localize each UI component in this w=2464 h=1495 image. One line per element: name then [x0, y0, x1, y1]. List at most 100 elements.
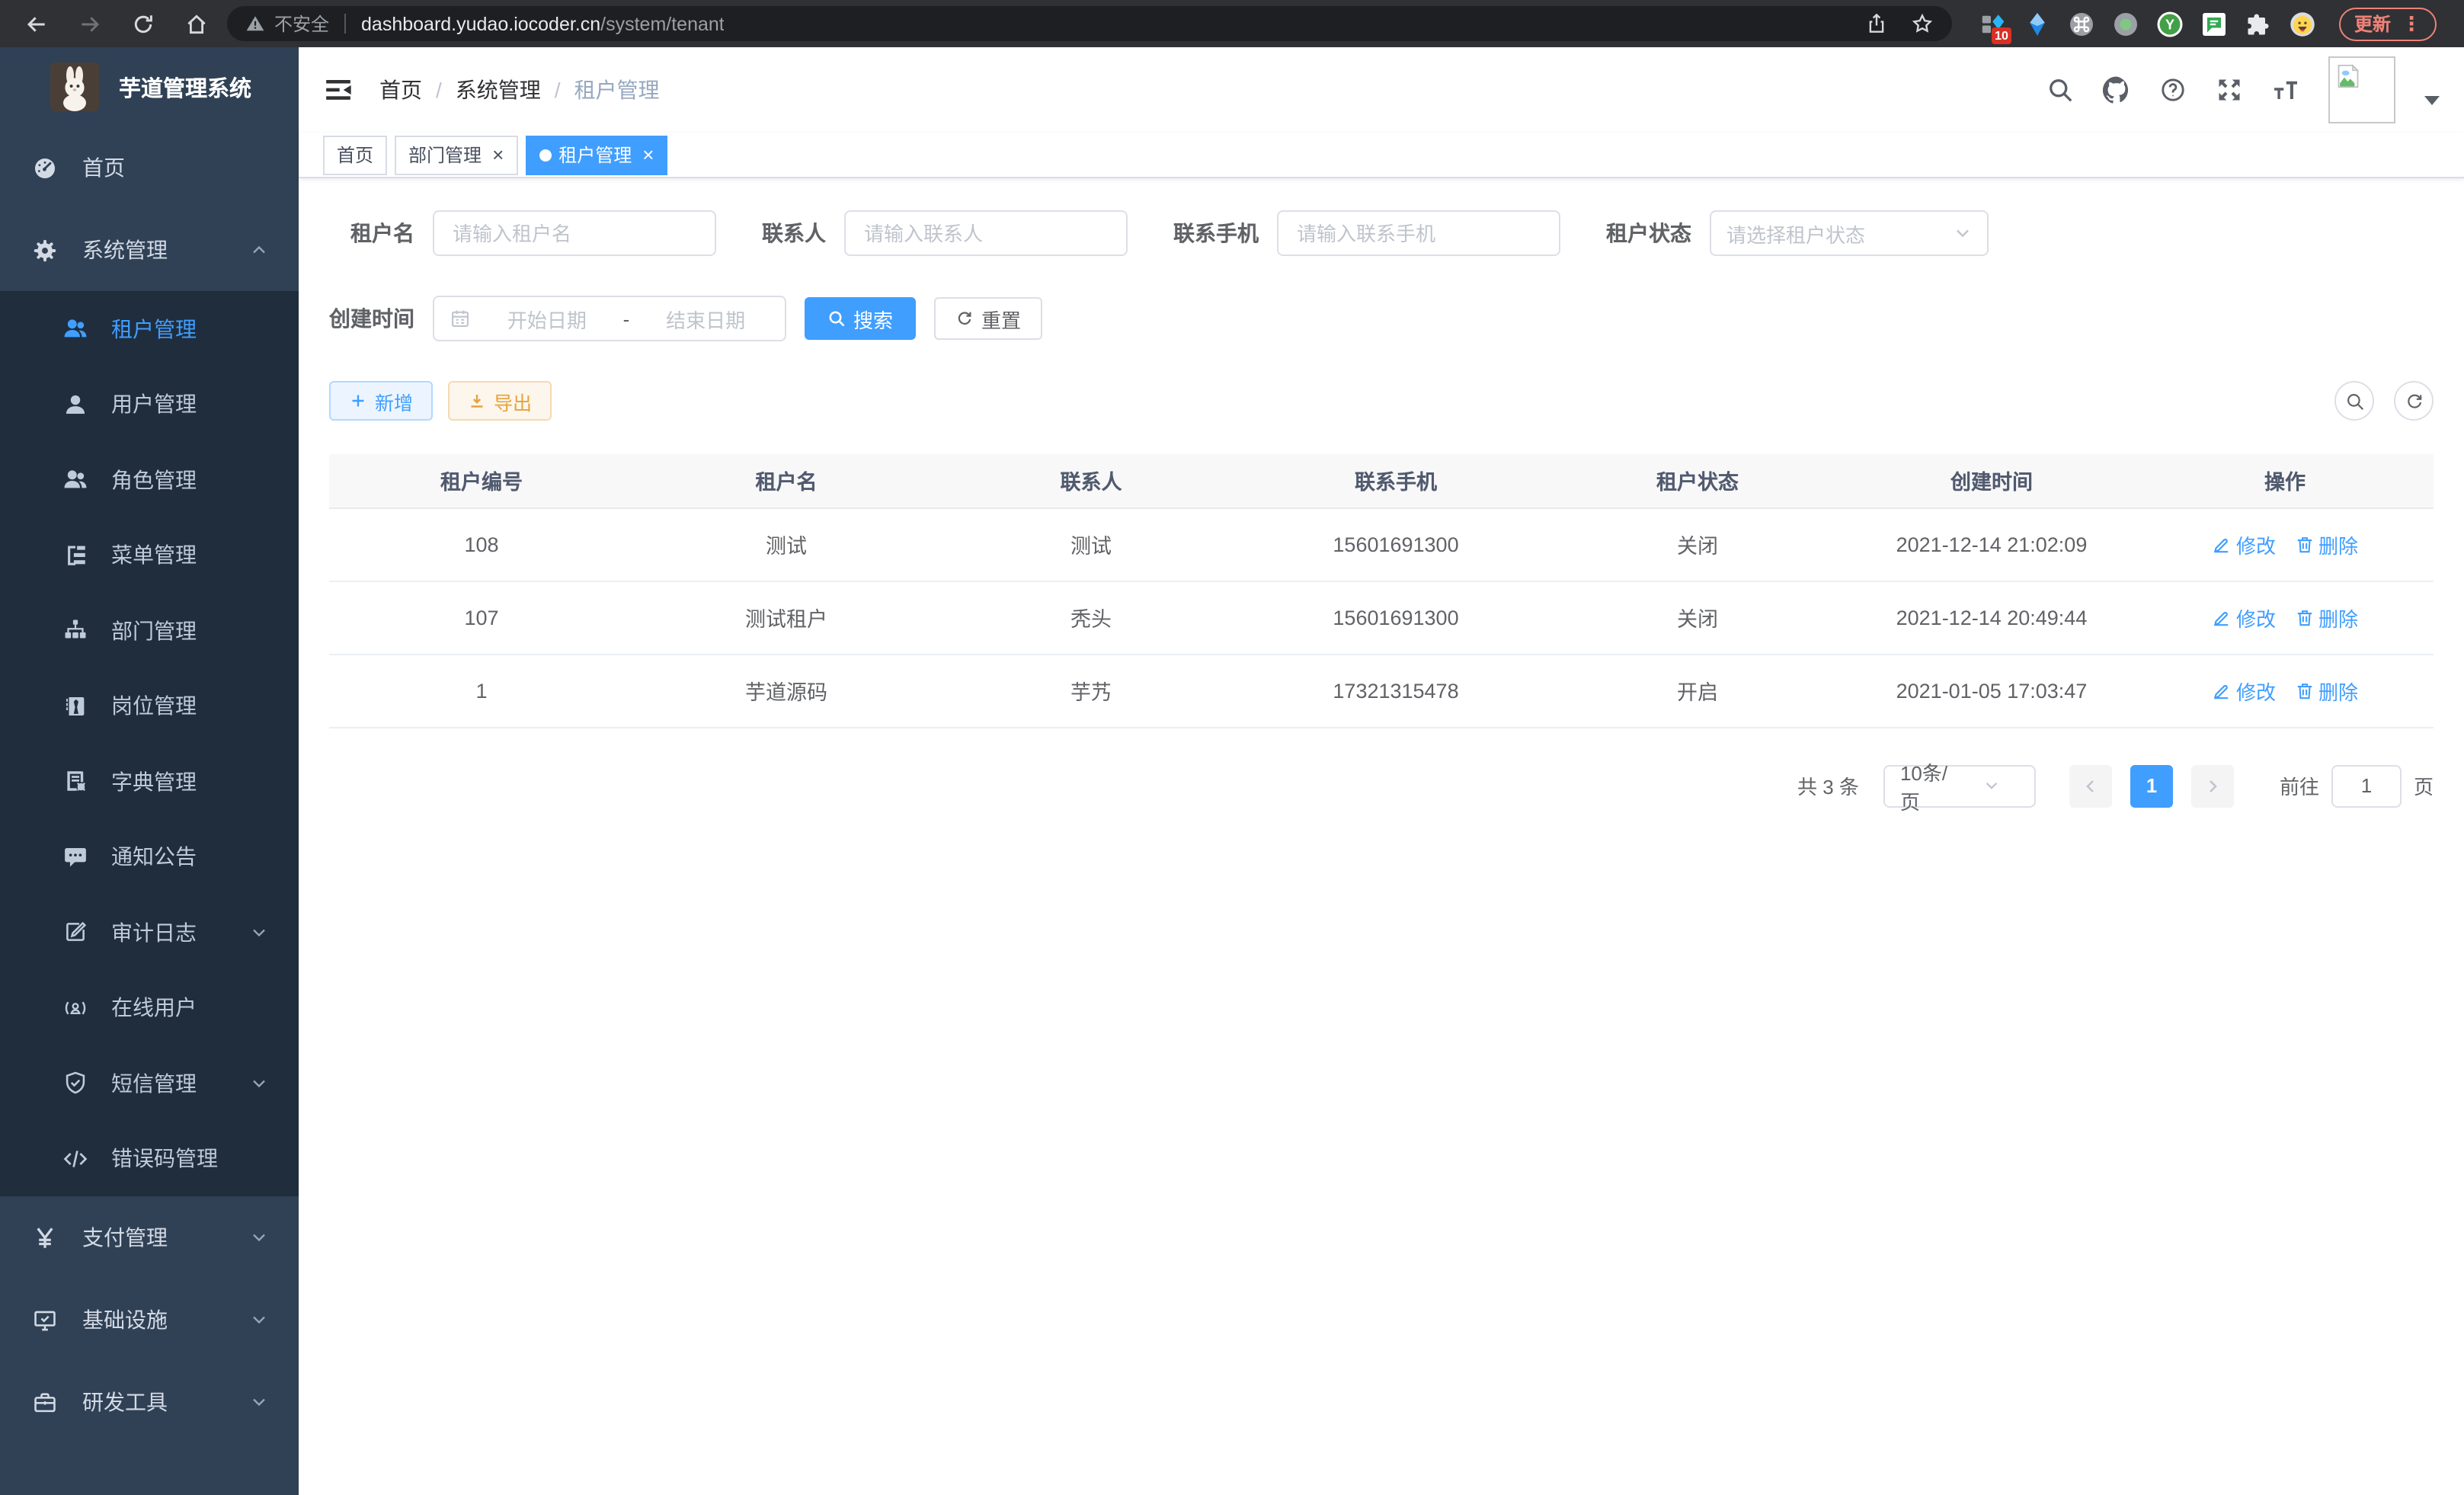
sidebar-item-menu[interactable]: 菜单管理: [0, 517, 299, 593]
sidebar-item-dept[interactable]: 部门管理: [0, 593, 299, 668]
bookmark-star-icon[interactable]: [1911, 12, 1934, 35]
breadcrumb-item[interactable]: 系统管理: [456, 75, 541, 105]
sidebar-item-dict[interactable]: 字典管理: [0, 744, 299, 819]
sidebar-item-role[interactable]: 角色管理: [0, 442, 299, 517]
app-logo[interactable]: 芋道管理系统: [0, 47, 299, 126]
github-icon[interactable]: [2103, 76, 2130, 104]
goto-page-input[interactable]: [2331, 764, 2402, 807]
sidebar-item-home[interactable]: 首页: [0, 126, 299, 209]
date-range-picker[interactable]: 开始日期 - 结束日期: [433, 296, 786, 341]
sidebar-item-label: 研发工具: [82, 1387, 168, 1417]
header-search-icon[interactable]: [2046, 76, 2074, 104]
tab-首页[interactable]: 首页: [323, 135, 387, 174]
home-icon[interactable]: [184, 11, 209, 36]
active-tab-dot: [539, 149, 551, 161]
sidebar-item-label: 基础设施: [82, 1305, 168, 1335]
mobile-input[interactable]: [1277, 210, 1560, 256]
status-select[interactable]: 请选择租户状态: [1710, 210, 1989, 256]
extension-y-icon[interactable]: Y: [2156, 10, 2184, 37]
reload-icon[interactable]: [131, 11, 155, 36]
next-page-button[interactable]: [2191, 764, 2234, 807]
forward-icon[interactable]: [78, 11, 102, 36]
calendar-icon: [450, 308, 471, 329]
back-icon[interactable]: [24, 11, 49, 36]
user-avatar[interactable]: [2328, 56, 2395, 123]
extensions-puzzle-icon[interactable]: [2245, 10, 2272, 37]
chevron-down-icon: [1954, 224, 1972, 242]
sidebar-menu: 首页系统管理租户管理用户管理角色管理菜单管理部门管理岗位管理字典管理通知公告审计…: [0, 126, 299, 1495]
contact-input[interactable]: [844, 210, 1128, 256]
page-content: 租户名 联系人 联系手机 租户状态 请选择租户状态: [299, 178, 2464, 1495]
sidebar-item-pay[interactable]: 支付管理: [0, 1196, 299, 1279]
close-tab-icon[interactable]: ×: [642, 145, 654, 165]
sidebar-item-dev-tool[interactable]: 研发工具: [0, 1361, 299, 1443]
main-panel: 首页/系统管理/租户管理 首页部门管理×租户管理× 租户名: [299, 47, 2464, 1495]
sidebar-item-system[interactable]: 系统管理: [0, 209, 299, 291]
chevron-right-icon: [2203, 776, 2222, 795]
help-icon[interactable]: [2159, 76, 2187, 104]
code-icon: [62, 1146, 88, 1172]
extension-kite-icon[interactable]: [2024, 10, 2051, 37]
prev-page-button[interactable]: [2069, 764, 2112, 807]
page-unit-label: 页: [2414, 771, 2434, 800]
edit-link[interactable]: 修改: [2212, 603, 2276, 632]
sidebar-item-tenant[interactable]: 租户管理: [0, 291, 299, 367]
font-size-icon[interactable]: [2272, 76, 2299, 104]
share-icon[interactable]: [1865, 12, 1888, 35]
column-header: 租户状态: [1548, 454, 1847, 507]
not-secure-warning-icon[interactable]: [245, 14, 265, 34]
close-tab-icon[interactable]: ×: [492, 145, 504, 165]
tab-租户管理[interactable]: 租户管理 ×: [525, 135, 667, 174]
fullscreen-icon[interactable]: [2216, 76, 2243, 104]
search-button[interactable]: 搜索: [805, 297, 916, 340]
delete-link[interactable]: 删除: [2294, 603, 2358, 632]
avatar-caret-down-icon[interactable]: [2424, 96, 2440, 105]
date-separator: -: [623, 307, 630, 330]
start-date-placeholder: 开始日期: [483, 304, 611, 333]
extension-dot-icon[interactable]: [2112, 10, 2139, 37]
breadcrumb-item[interactable]: 首页: [379, 75, 422, 105]
security-label[interactable]: 不安全: [274, 11, 329, 37]
chevron-down-icon: [1961, 777, 2022, 794]
extension-chat-icon[interactable]: [2200, 10, 2228, 37]
extension-command-icon[interactable]: [2068, 10, 2095, 37]
breadcrumb-separator: /: [555, 78, 561, 102]
sidebar-item-error-code[interactable]: 错误码管理: [0, 1121, 299, 1196]
sidebar-item-audit-log[interactable]: 审计日志: [0, 895, 299, 970]
app-title: 芋道管理系统: [119, 71, 251, 103]
extension-badge: 10: [1992, 27, 2011, 43]
page-size-select[interactable]: 10条/页: [1883, 764, 2036, 807]
edit-link[interactable]: 修改: [2212, 530, 2276, 559]
delete-link[interactable]: 删除: [2294, 676, 2358, 705]
chrome-update-button[interactable]: 更新 ⋮: [2339, 7, 2437, 40]
gear-icon: [32, 237, 58, 263]
sidebar-item-user[interactable]: 用户管理: [0, 367, 299, 442]
sidebar-item-post[interactable]: 岗位管理: [0, 668, 299, 744]
post-icon: [62, 693, 88, 719]
sidebar-item-sms[interactable]: 短信管理: [0, 1045, 299, 1121]
tab-部门管理[interactable]: 部门管理×: [395, 135, 517, 174]
delete-link[interactable]: 删除: [2294, 530, 2358, 559]
tool-icon: [32, 1389, 58, 1415]
add-button[interactable]: 新增: [329, 381, 433, 421]
sidebar-collapse-icon[interactable]: [323, 75, 354, 105]
hide-search-button[interactable]: [2334, 381, 2374, 421]
search-button-label: 搜索: [853, 304, 893, 333]
refresh-table-button[interactable]: [2394, 381, 2434, 421]
notice-icon: [62, 844, 88, 870]
browser-menu-icon[interactable]: ⋮: [2402, 11, 2421, 36]
reset-button[interactable]: 重置: [934, 297, 1042, 340]
profile-avatar-icon[interactable]: [2289, 10, 2316, 37]
tenant-name-input[interactable]: [433, 210, 716, 256]
address-bar[interactable]: 不安全 dashboard.yudao.iocoder.cn/system/te…: [227, 6, 1952, 41]
search-icon: [2344, 391, 2364, 411]
url-text[interactable]: dashboard.yudao.iocoder.cn/system/tenant: [361, 13, 725, 34]
extension-tally-icon[interactable]: 10: [1979, 10, 2007, 37]
current-page-button[interactable]: 1: [2130, 764, 2173, 807]
sidebar-item-notice[interactable]: 通知公告: [0, 819, 299, 895]
sidebar-item-online-user[interactable]: 在线用户: [0, 970, 299, 1045]
edit-link[interactable]: 修改: [2212, 676, 2276, 705]
tab-label: 租户管理: [558, 142, 632, 168]
export-button[interactable]: 导出: [448, 381, 552, 421]
sidebar-item-infra[interactable]: 基础设施: [0, 1279, 299, 1361]
